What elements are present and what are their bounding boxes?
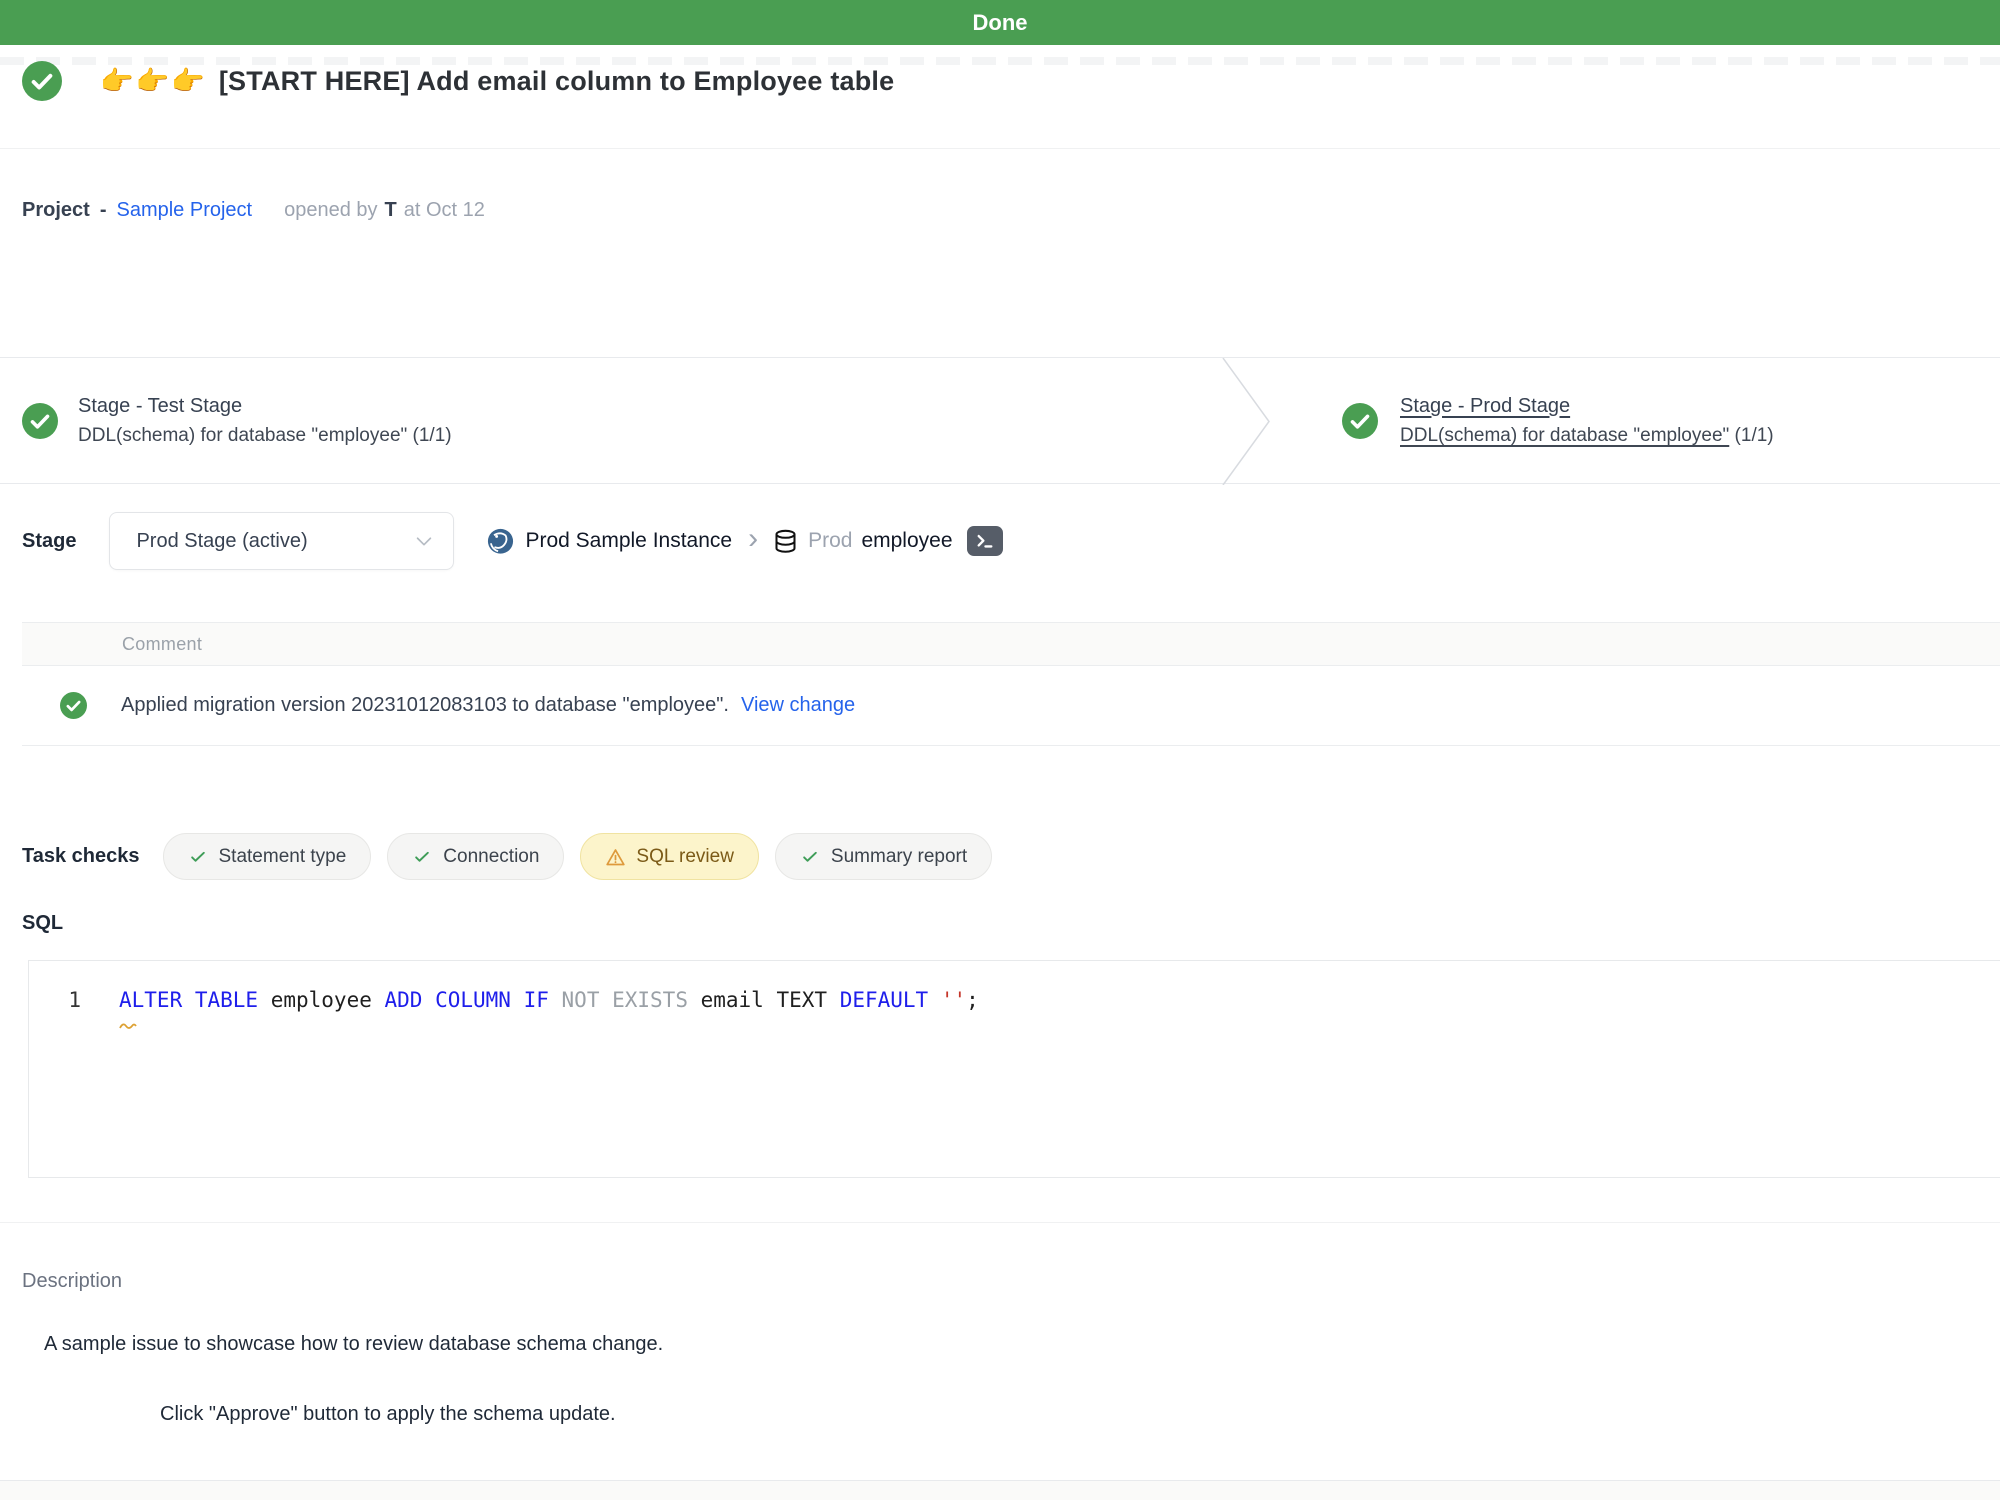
project-dash: - (100, 199, 107, 222)
issue-done-check-icon (22, 61, 62, 101)
stage-prod-subtitle-count: (1/1) (1729, 425, 1773, 446)
bottom-strip (0, 1480, 2000, 1500)
stage-test-subtitle: DDL(schema) for database "employee" (1/1… (78, 425, 452, 447)
status-banner-label: Done (0, 0, 2000, 45)
warning-triangle-icon (605, 847, 625, 867)
project-link[interactable]: Sample Project (116, 199, 252, 222)
sql-code-line: 1 ALTER TABLE employee ADD COLUMN IF NOT… (29, 961, 2000, 1015)
chevron-down-icon (413, 530, 435, 552)
sql-token: NOT EXISTS (562, 988, 701, 1012)
stage-prod-subtitle[interactable]: DDL(schema) for database "employee" (1/1… (1400, 425, 1774, 447)
issue-detail-page: Done 👉👉👉 [START HERE] Add email column to… (0, 0, 2000, 1500)
check-pill-connection[interactable]: Connection (387, 833, 564, 880)
sql-token: DEFAULT (840, 988, 941, 1012)
stage-prod-done-icon (1342, 403, 1378, 439)
opened-by-user: T (385, 199, 397, 222)
opened-by-label: opened by (284, 199, 377, 222)
check-pill-sql-review[interactable]: SQL review (580, 833, 759, 880)
stage-card-prod[interactable]: Stage - Prod Stage DDL(schema) for datab… (1342, 358, 1774, 483)
check-success-icon (412, 847, 432, 867)
sql-token: ALTER TABLE (119, 988, 271, 1012)
sql-token: ; (966, 988, 979, 1012)
check-pill-label: Connection (443, 846, 539, 868)
stage-test-done-icon (22, 403, 58, 439)
title-divider (0, 148, 2000, 149)
sql-token: employee (271, 988, 385, 1012)
sql-section-label: SQL (22, 912, 63, 935)
view-change-link[interactable]: View change (741, 694, 855, 717)
description-divider (0, 1222, 2000, 1223)
check-pill-label: SQL review (636, 846, 734, 868)
issue-title-text: [START HERE] Add email column to Employe… (219, 66, 894, 96)
stage-test-text: Stage - Test Stage DDL(schema) for datab… (78, 395, 452, 447)
database-icon (772, 528, 799, 555)
stage-prod-text: Stage - Prod Stage DDL(schema) for datab… (1400, 395, 1774, 447)
check-pill-label: Statement type (219, 846, 347, 868)
comment-text: Applied migration version 20231012083103… (121, 694, 729, 717)
issue-title: 👉👉👉 [START HERE] Add email column to Empl… (100, 65, 894, 97)
sql-editor[interactable]: 1 ALTER TABLE employee ADD COLUMN IF NOT… (28, 960, 2000, 1178)
check-pill-statement-type[interactable]: Statement type (163, 833, 372, 880)
opened-at: at Oct 12 (404, 199, 485, 222)
comment-row: Applied migration version 20231012083103… (22, 666, 2000, 746)
stage-selector-bar: Stage Prod Stage (active) Prod Sample In… (22, 512, 1003, 570)
postgresql-icon (486, 527, 515, 556)
stage-selector-label: Stage (22, 530, 76, 553)
description-paragraph: Click "Approve" button to apply the sche… (160, 1403, 616, 1426)
open-sql-editor-button[interactable] (967, 526, 1003, 556)
database-environment-label: Prod (808, 529, 852, 553)
status-banner: Done (0, 0, 2000, 45)
sql-token: email TEXT (701, 988, 840, 1012)
pointing-right-emoji: 👉👉👉 (100, 66, 207, 96)
warning-squiggle-icon (119, 1021, 137, 1030)
description-paragraph: A sample issue to showcase how to review… (44, 1333, 663, 1356)
check-success-icon (800, 847, 820, 867)
stage-separator-chevron (1222, 358, 1270, 485)
pipeline-strip: Stage - Test Stage DDL(schema) for datab… (0, 357, 2000, 484)
stage-select[interactable]: Prod Stage (active) (109, 512, 454, 570)
stage-prod-title[interactable]: Stage - Prod Stage (1400, 395, 1774, 418)
comment-table-header: Comment (22, 622, 2000, 666)
instance-link[interactable]: Prod Sample Instance (525, 529, 732, 553)
stage-card-test[interactable]: Stage - Test Stage DDL(schema) for datab… (22, 358, 452, 483)
comment-table: Comment Applied migration version 202310… (22, 622, 2000, 746)
breadcrumb-separator-icon: › (748, 524, 758, 558)
check-pill-label: Summary report (831, 846, 967, 868)
comment-done-check-icon (60, 692, 87, 719)
sql-statement: ALTER TABLE employee ADD COLUMN IF NOT E… (119, 985, 979, 1015)
project-row: Project - Sample Project opened by T at … (22, 194, 485, 226)
task-checks-row: Task checks Statement type Connection SQ… (22, 833, 1008, 880)
sql-token: ADD COLUMN IF (385, 988, 562, 1012)
project-label: Project (22, 199, 90, 222)
database-link[interactable]: employee (861, 529, 952, 553)
stage-prod-subtitle-link[interactable]: DDL(schema) for database "employee" (1400, 425, 1729, 446)
stage-select-value: Prod Stage (active) (136, 530, 413, 553)
description-label: Description (22, 1270, 122, 1293)
sql-token: '' (941, 988, 966, 1012)
check-success-icon (188, 847, 208, 867)
stage-test-title: Stage - Test Stage (78, 395, 452, 418)
task-checks-label: Task checks (22, 845, 140, 868)
line-number: 1 (29, 985, 81, 1015)
issue-title-row: 👉👉👉 [START HERE] Add email column to Empl… (22, 61, 894, 101)
check-pill-summary-report[interactable]: Summary report (775, 833, 992, 880)
